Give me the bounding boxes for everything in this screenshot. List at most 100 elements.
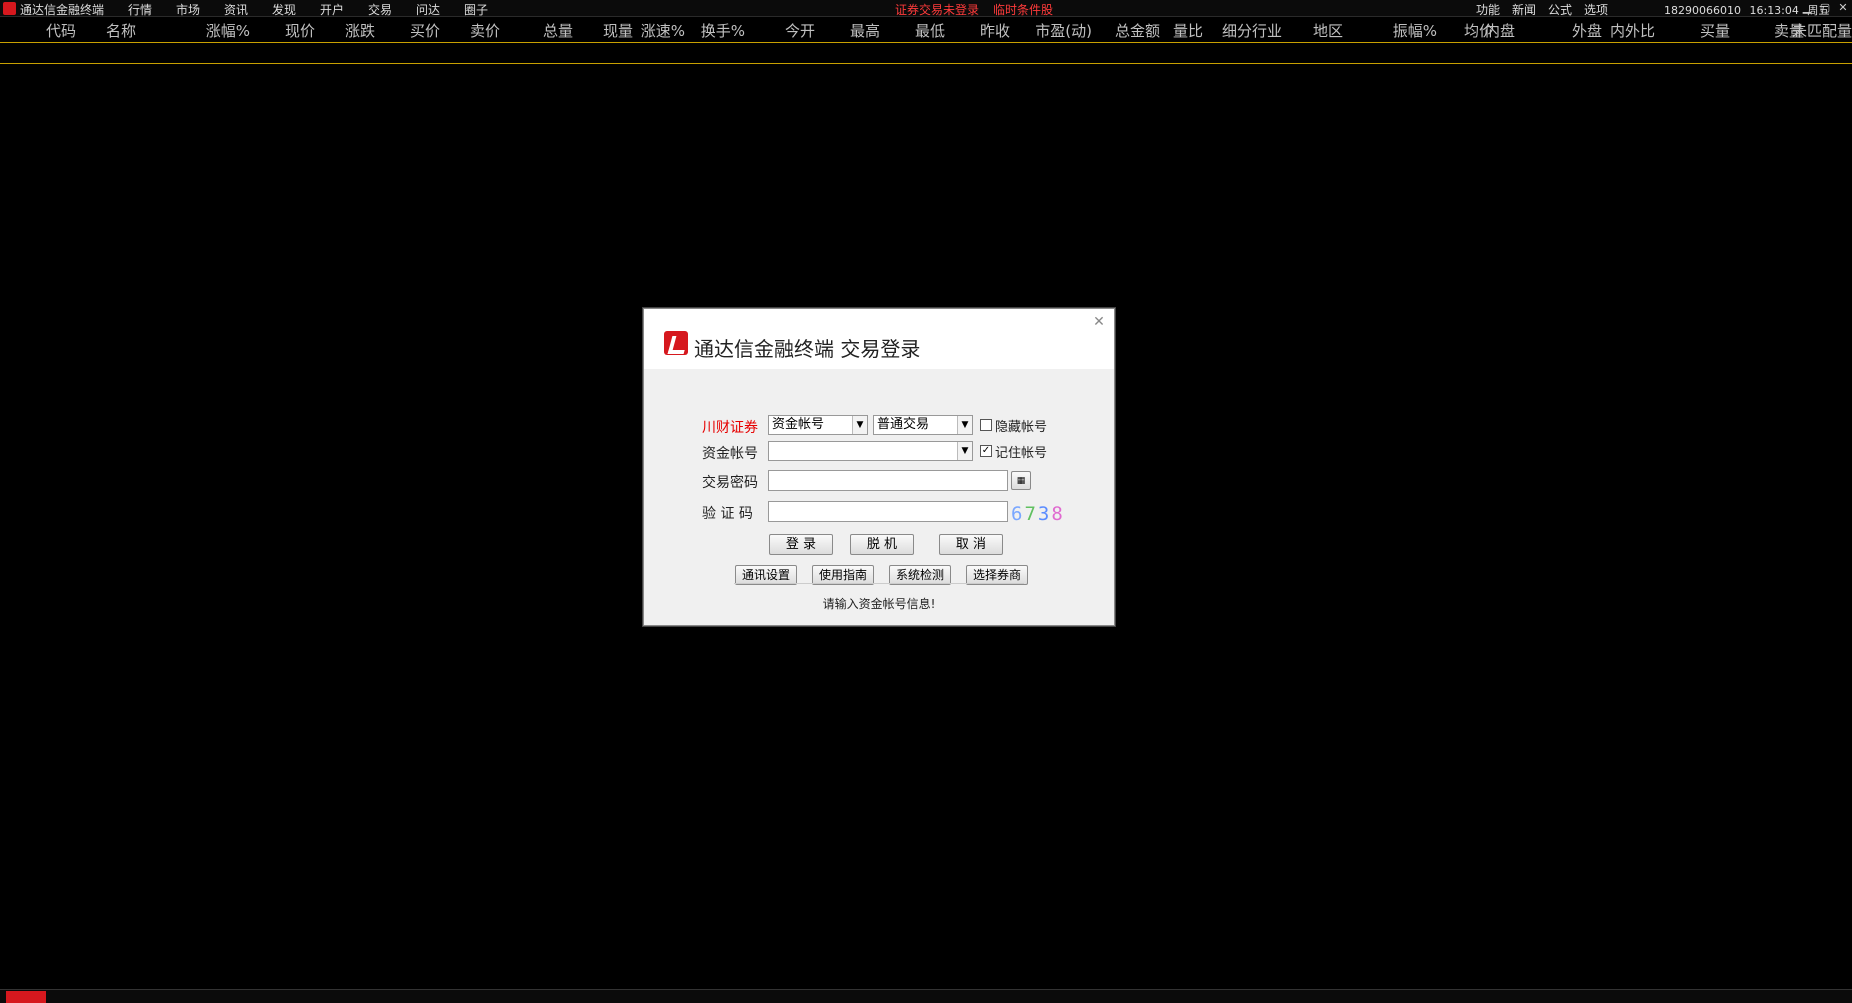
- column-header-7[interactable]: 总量: [505, 20, 573, 41]
- table-row[interactable]: [0, 922, 1852, 944]
- column-header-3[interactable]: 现价: [255, 20, 315, 41]
- menu-item-6[interactable]: 问达: [416, 1, 464, 18]
- table-row[interactable]: [0, 834, 1852, 856]
- dialog-title: 通达信金融终端 交易登录: [694, 337, 921, 361]
- dialog-divider: [734, 583, 1024, 584]
- right-menu-item-1[interactable]: 新闻: [1512, 1, 1536, 18]
- table-row[interactable]: [0, 812, 1852, 834]
- hide-account-checkbox[interactable]: [980, 419, 992, 431]
- menu-item-3[interactable]: 发现: [272, 1, 320, 18]
- table-row[interactable]: [0, 746, 1852, 768]
- table-row[interactable]: [0, 702, 1852, 724]
- table-row[interactable]: [0, 636, 1852, 658]
- trade-type-select[interactable]: 普通交易 ▼: [873, 415, 973, 435]
- captcha-input[interactable]: [768, 501, 1008, 522]
- dialog-logo-icon: [664, 331, 688, 355]
- cancel-button[interactable]: 取 消: [939, 534, 1003, 555]
- column-header-5[interactable]: 买价: [380, 20, 440, 41]
- column-header-14[interactable]: 昨收: [950, 20, 1010, 41]
- table-row[interactable]: [0, 966, 1852, 988]
- right-menu-item-0[interactable]: 功能: [1476, 1, 1500, 18]
- column-header-18[interactable]: 细分行业: [1222, 20, 1302, 41]
- comm-settings-button[interactable]: 通讯设置: [735, 565, 797, 585]
- table-row[interactable]: [0, 152, 1852, 174]
- table-row[interactable]: [0, 944, 1852, 966]
- select-broker-button[interactable]: 选择券商: [966, 565, 1028, 585]
- table-row[interactable]: [0, 658, 1852, 680]
- column-header-13[interactable]: 最低: [890, 20, 945, 41]
- table-row[interactable]: [0, 130, 1852, 152]
- column-header-9[interactable]: 涨速%: [615, 20, 685, 41]
- table-row[interactable]: [0, 900, 1852, 922]
- column-header-0[interactable]: 代码: [46, 20, 106, 41]
- table-row[interactable]: [0, 878, 1852, 900]
- captcha-label: 验 证 码: [702, 506, 753, 522]
- app-logo-icon: [3, 2, 16, 15]
- main-menu: 行情 市场 资讯 发现 开户 交易 问达 圈子: [128, 1, 512, 18]
- login-button[interactable]: 登 录: [769, 534, 833, 555]
- broker-label[interactable]: 川财证券: [702, 417, 758, 437]
- column-header-17[interactable]: 量比: [1148, 20, 1203, 41]
- right-menu-item-2[interactable]: 公式: [1548, 1, 1572, 18]
- column-header-1[interactable]: 名称: [106, 20, 186, 41]
- chevron-down-icon: ▼: [957, 442, 972, 460]
- close-window-icon[interactable]: ✕: [1834, 0, 1852, 17]
- table-row[interactable]: [0, 218, 1852, 240]
- password-input[interactable]: [768, 470, 1008, 491]
- keyboard-icon[interactable]: ▦: [1011, 471, 1031, 490]
- column-header-22[interactable]: 内盘: [1438, 20, 1515, 41]
- table-row[interactable]: [0, 724, 1852, 746]
- column-header-25[interactable]: 买量: [1650, 20, 1730, 41]
- column-header-12[interactable]: 最高: [820, 20, 880, 41]
- bottom-tab-bar: [0, 989, 1852, 1003]
- table-row[interactable]: [0, 284, 1852, 306]
- column-header-6[interactable]: 卖价: [440, 20, 500, 41]
- table-row[interactable]: [0, 42, 1852, 64]
- account-id: 18290066010: [1664, 4, 1741, 17]
- table-row[interactable]: [0, 240, 1852, 262]
- title-bar: 通达信金融终端 行情 市场 资讯 发现 开户 交易 问达 圈子 证券交易未登录 临时条件股 功能…: [0, 0, 1852, 17]
- alert-link-1[interactable]: 临时条件股: [993, 3, 1053, 17]
- menu-item-1[interactable]: 市场: [176, 1, 224, 18]
- account-label: 资金帐号: [702, 446, 758, 462]
- user-guide-button[interactable]: 使用指南: [812, 565, 874, 585]
- right-menu-item-3[interactable]: 选项: [1584, 1, 1608, 18]
- column-header-11[interactable]: 今开: [760, 20, 815, 41]
- table-header: 代码 名称 涨幅% 现价 涨跌 买价 卖价 总量 现量 涨速% 换手% 今开 最高 最低 昨收 市盈(动) 总金…: [0, 19, 1852, 41]
- column-header-24[interactable]: 内外比: [1580, 20, 1655, 41]
- column-header-27[interactable]: 未匹配量: [1780, 20, 1852, 41]
- column-header-10[interactable]: 换手%: [690, 20, 745, 41]
- table-row[interactable]: [0, 856, 1852, 878]
- menu-item-7[interactable]: 圈子: [464, 1, 512, 18]
- table-row[interactable]: [0, 680, 1852, 702]
- right-menu: 功能 新闻 公式 选项: [1476, 1, 1620, 18]
- column-header-2[interactable]: 涨幅%: [192, 20, 250, 41]
- alert-link-0[interactable]: 证券交易未登录: [895, 3, 979, 17]
- table-row[interactable]: [0, 86, 1852, 108]
- offline-button[interactable]: 脱 机: [850, 534, 914, 555]
- account-type-select[interactable]: 资金帐号 ▼: [768, 415, 868, 435]
- table-row[interactable]: [0, 790, 1852, 812]
- table-row[interactable]: [0, 64, 1852, 86]
- table-row[interactable]: [0, 108, 1852, 130]
- remember-account-checkbox[interactable]: ✓: [980, 445, 992, 457]
- column-header-4[interactable]: 涨跌: [320, 20, 375, 41]
- account-input[interactable]: ▼: [768, 441, 973, 461]
- maximize-icon[interactable]: ▢: [1816, 0, 1834, 17]
- remember-account-label: 记住帐号: [995, 446, 1048, 461]
- table-row[interactable]: [0, 174, 1852, 196]
- minimize-icon[interactable]: ▁: [1798, 0, 1816, 17]
- system-check-button[interactable]: 系统检测: [889, 565, 951, 585]
- menu-item-4[interactable]: 开户: [320, 1, 368, 18]
- menu-item-2[interactable]: 资讯: [224, 1, 272, 18]
- table-row[interactable]: [0, 262, 1852, 284]
- column-header-15[interactable]: 市盈(动): [1020, 20, 1092, 41]
- trade-type-value: 普通交易: [877, 417, 930, 432]
- table-row[interactable]: [0, 768, 1852, 790]
- captcha-image[interactable]: 6738: [1011, 503, 1065, 525]
- menu-item-0[interactable]: 行情: [128, 1, 176, 18]
- bottom-tab-active[interactable]: [6, 991, 46, 1003]
- menu-item-5[interactable]: 交易: [368, 1, 416, 18]
- table-row[interactable]: [0, 196, 1852, 218]
- dialog-close-icon[interactable]: ✕: [1092, 315, 1106, 329]
